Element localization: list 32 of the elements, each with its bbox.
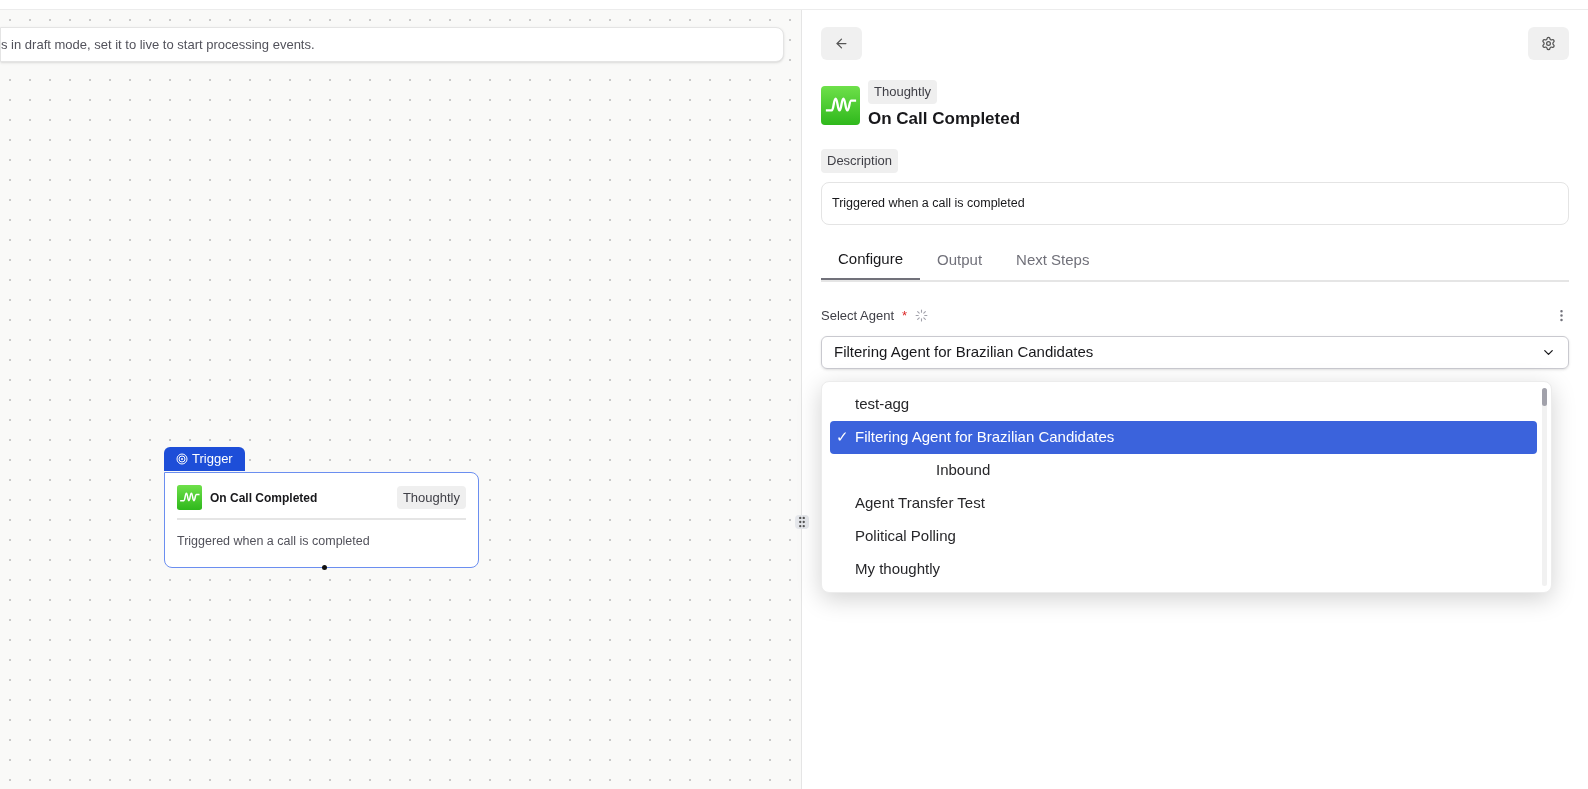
tab[interactable]: Next Steps [999, 240, 1107, 280]
trigger-title: On Call Completed [868, 107, 1021, 130]
app-tag: Thoughtly [868, 80, 938, 104]
field-label: Select Agent [821, 306, 894, 325]
connector-handle[interactable] [321, 564, 327, 570]
resize-handle[interactable] [795, 515, 809, 529]
settings-button[interactable] [1528, 27, 1569, 60]
scrollbar-thumb[interactable] [1542, 388, 1547, 406]
trigger-node[interactable]: On Call Completed Thoughtly Triggered when a call is completed [164, 472, 479, 568]
agent-select[interactable]: Filtering Agent for Brazilian Candidates [821, 336, 1569, 369]
waveform-logo-icon [821, 86, 860, 125]
trigger-tag: Trigger [164, 447, 245, 471]
waveform-logo-icon [177, 485, 202, 510]
draft-mode-banner: s in draft mode, set it to live to start processing events. [0, 27, 784, 62]
app-tag: Thoughtly [396, 485, 466, 510]
dropdown-option[interactable]: My thoughtly [830, 553, 1537, 586]
settings-icon [1541, 36, 1556, 51]
option-sublabel[interactable]: Inbound [830, 454, 1537, 487]
target-icon [176, 453, 188, 465]
description-label: Description [821, 149, 899, 173]
tab[interactable]: Output [920, 240, 1000, 280]
dropdown-option[interactable]: test-agg [830, 388, 1537, 421]
check-mark: ✓ [836, 427, 849, 448]
node-description: Triggered when a call is completed [177, 533, 371, 550]
description-field[interactable]: Triggered when a call is completed [821, 181, 1569, 225]
dropdown-option[interactable]: ✓ Filtering Agent for Brazilian Candidates [830, 421, 1537, 454]
tab[interactable]: Configure [821, 240, 921, 280]
required-mark: * [902, 306, 908, 325]
dropdown-option[interactable]: Agent Transfer Test [830, 487, 1537, 520]
dropdown-option[interactable]: Political Polling [830, 520, 1537, 553]
node-title: On Call Completed [210, 489, 319, 507]
back-icon [834, 36, 849, 51]
